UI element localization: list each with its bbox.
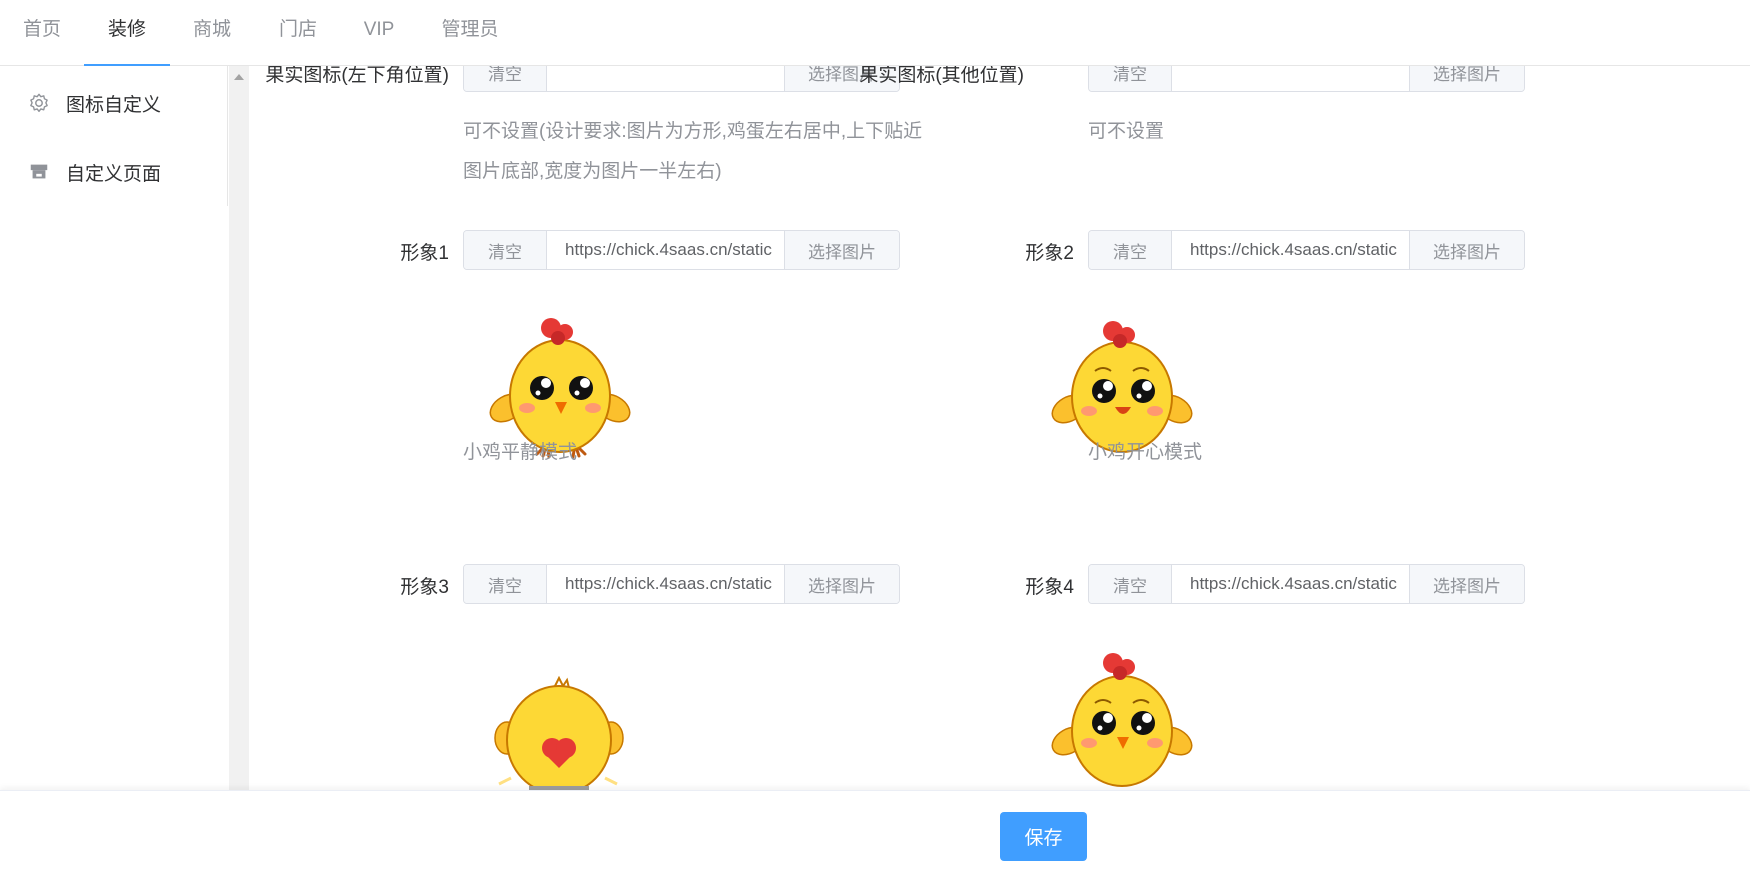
tab-store[interactable]: 门店 xyxy=(278,0,318,66)
choose-image-button[interactable]: 选择图片 xyxy=(1409,565,1524,603)
tab-home[interactable]: 首页 xyxy=(22,0,62,66)
footer-bar: 保存 xyxy=(0,790,1750,869)
top-nav: 首页 装修 商城 门店 VIP 管理员 xyxy=(0,0,1750,66)
scroll-up-arrow-icon[interactable] xyxy=(234,74,244,80)
clear-button[interactable]: 清空 xyxy=(1089,565,1172,603)
label-image4: 形象4 xyxy=(1025,577,1074,598)
image1-input-group: 清空 https://chick.4saas.cn/static 选择图片 xyxy=(463,230,900,270)
fruit-left-hint-line1: 可不设置(设计要求:图片为方形,鸡蛋左右居中,上下贴近 xyxy=(463,121,923,142)
image3-url-input[interactable]: https://chick.4saas.cn/static xyxy=(547,565,784,603)
tab-admin[interactable]: 管理员 xyxy=(440,0,500,66)
clear-button[interactable]: 清空 xyxy=(464,66,547,91)
chick-back-image xyxy=(494,676,624,790)
chick-surprised-image xyxy=(1051,653,1193,787)
image2-url-input[interactable]: https://chick.4saas.cn/static xyxy=(1172,231,1409,269)
tab-vip[interactable]: VIP xyxy=(362,0,396,66)
clear-button[interactable]: 清空 xyxy=(1089,66,1172,91)
fruit-other-hint: 可不设置 xyxy=(1088,121,1165,142)
sidebar-item-label: 自定义页面 xyxy=(66,163,162,185)
image1-url-input[interactable]: https://chick.4saas.cn/static xyxy=(547,231,784,269)
clear-button[interactable]: 清空 xyxy=(464,231,547,269)
tab-decoration[interactable]: 装修 xyxy=(84,0,170,66)
clear-button[interactable]: 清空 xyxy=(464,565,547,603)
fruit-other-url-input[interactable] xyxy=(1172,66,1409,91)
gear-icon xyxy=(28,92,50,114)
scrollbar[interactable] xyxy=(229,66,249,790)
image2-input-group: 清空 https://chick.4saas.cn/static 选择图片 xyxy=(1088,230,1525,270)
sidebar-divider xyxy=(227,66,228,206)
fruit-other-input-group: 清空 选择图片 xyxy=(1088,66,1525,92)
image4-url-input[interactable]: https://chick.4saas.cn/static xyxy=(1172,565,1409,603)
fruit-left-url-input[interactable] xyxy=(547,66,784,91)
sidebar: 图标自定义 自定义页面 xyxy=(0,66,228,790)
label-image3: 形象3 xyxy=(400,577,449,598)
save-button[interactable]: 保存 xyxy=(1000,812,1087,861)
main-content: 果实图标(左下角位置) 清空 选择图片 可不设置(设计要求:图片为方形,鸡蛋左右… xyxy=(249,66,1750,790)
storefront-icon xyxy=(28,161,50,183)
image2-caption: 小鸡开心模式 xyxy=(1088,442,1203,463)
label-image2: 形象2 xyxy=(1025,243,1074,264)
sidebar-item-icon-custom[interactable]: 图标自定义 xyxy=(28,86,161,120)
tab-mall[interactable]: 商城 xyxy=(192,0,232,66)
label-fruit-other: 果实图标(其他位置) xyxy=(859,66,1024,86)
image3-input-group: 清空 https://chick.4saas.cn/static 选择图片 xyxy=(463,564,900,604)
clear-button[interactable]: 清空 xyxy=(1089,231,1172,269)
image1-caption: 小鸡平静模式 xyxy=(463,442,578,463)
image4-input-group: 清空 https://chick.4saas.cn/static 选择图片 xyxy=(1088,564,1525,604)
label-fruit-left: 果实图标(左下角位置) xyxy=(265,66,449,86)
label-image1: 形象1 xyxy=(400,243,449,264)
sidebar-item-custom-page[interactable]: 自定义页面 xyxy=(28,155,161,189)
sidebar-item-label: 图标自定义 xyxy=(66,94,162,116)
choose-image-button[interactable]: 选择图片 xyxy=(1409,66,1524,91)
choose-image-button[interactable]: 选择图片 xyxy=(1409,231,1524,269)
fruit-left-hint-line2: 图片底部,宽度为图片一半左右) xyxy=(463,161,722,182)
